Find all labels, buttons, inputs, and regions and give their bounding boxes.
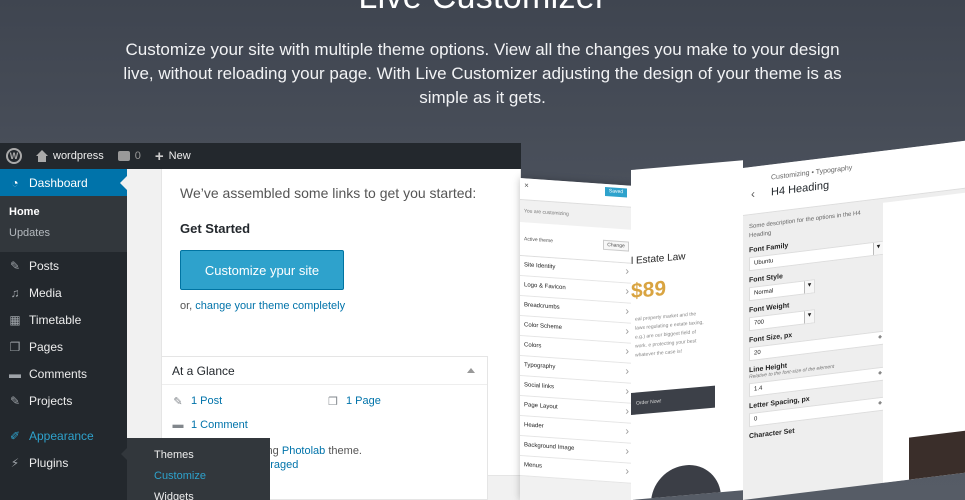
typography-fields: Some description for the options in the … bbox=[749, 207, 884, 440]
preview-text: eal property market and the laws regulat… bbox=[635, 311, 704, 359]
preview-frame bbox=[883, 192, 965, 498]
comment-icon: ▬ bbox=[9, 366, 21, 381]
pushpin-icon: ✎ bbox=[9, 258, 21, 273]
saved-button[interactable]: Saved bbox=[605, 186, 627, 198]
comment-icon: ▬ bbox=[172, 419, 184, 431]
theme-link[interactable]: Photolab bbox=[282, 445, 325, 457]
order-now-button[interactable]: Order Now! bbox=[631, 385, 715, 415]
welcome-intro: We’ve assembled some links to get you st… bbox=[180, 185, 477, 201]
site-name: wordpress bbox=[53, 150, 104, 162]
flyout-item-themes[interactable]: Themes bbox=[154, 445, 270, 466]
wordpress-logo-icon: W bbox=[6, 148, 22, 164]
close-icon[interactable]: ✕ bbox=[524, 183, 529, 189]
flyout-item-customize[interactable]: Customize bbox=[154, 466, 270, 487]
preview-heading: l Estate Law bbox=[631, 251, 686, 267]
sidebar-item-dashboard[interactable]: ◔ Dashboard bbox=[0, 169, 127, 196]
sidebar-item-comments[interactable]: ▬ Comments bbox=[0, 360, 127, 387]
pages-icon: ❐ bbox=[9, 339, 21, 354]
sidebar-item-projects[interactable]: ✎ Projects bbox=[0, 387, 127, 414]
media-icon: ♫ bbox=[10, 285, 20, 300]
change-theme-link[interactable]: change your theme completely bbox=[195, 300, 345, 312]
glance-comments-link[interactable]: ▬ 1 Comment bbox=[172, 419, 248, 431]
sidebar-item-label: Projects bbox=[29, 393, 73, 408]
comments-count: 0 bbox=[134, 150, 141, 162]
sidebar-item-label: Plugins bbox=[29, 455, 69, 470]
hero-description: Customize your site with multiple theme … bbox=[123, 40, 842, 107]
site-name-link[interactable]: wordpress bbox=[36, 150, 104, 162]
or-text: or, bbox=[180, 300, 193, 312]
appearance-flyout-menu: Themes Customize Widgets bbox=[121, 438, 270, 500]
glance-title: At a Glance bbox=[172, 363, 235, 378]
customizer-sections-panel: ✕ Saved You are customizing Active theme… bbox=[520, 178, 633, 500]
admin-bar: W wordpress 0 + New bbox=[0, 143, 521, 169]
sidebar-item-timetable[interactable]: ▦ Timetable bbox=[0, 306, 127, 333]
hero-title: Live Customizer bbox=[0, 0, 965, 17]
sidebar-item-label: Pages bbox=[29, 339, 64, 354]
comments-total: 1 Comment bbox=[191, 419, 248, 431]
wp-logo-menu[interactable]: W bbox=[6, 148, 22, 164]
sidebar-item-label: Dashboard bbox=[29, 175, 88, 190]
comments-link[interactable]: 0 bbox=[117, 150, 141, 162]
new-content-link[interactable]: + New bbox=[155, 149, 191, 164]
sidebar-item-label: Appearance bbox=[29, 428, 94, 443]
paintbrush-icon: ✐ bbox=[9, 428, 21, 443]
theme-info: ning Photolab theme. bbox=[258, 445, 362, 457]
calendar-icon: ▦ bbox=[9, 312, 21, 327]
admin-sidebar: ◔ Dashboard Home Updates ✎ Posts ♫ Media… bbox=[0, 169, 127, 500]
change-theme-button[interactable]: Change bbox=[603, 239, 629, 252]
sidebar-item-label: Timetable bbox=[29, 312, 82, 327]
pages-count: 1 Page bbox=[346, 395, 381, 407]
posts-count: 1 Post bbox=[191, 395, 223, 407]
sidebar-item-appearance[interactable]: ✐ Appearance bbox=[0, 422, 127, 449]
glance-header[interactable]: At a Glance bbox=[162, 357, 487, 385]
submenu-item-home[interactable]: Home bbox=[9, 202, 127, 223]
preview-photo bbox=[651, 462, 721, 500]
sidebar-item-label: Comments bbox=[29, 366, 88, 381]
sidebar-item-pages[interactable]: ❐ Pages bbox=[0, 333, 127, 360]
preview-photo bbox=[909, 430, 965, 498]
customizer-typography-panel: ‹ Customizing • Typography H4 Heading So… bbox=[743, 140, 965, 500]
flyout-item-widgets[interactable]: Widgets bbox=[154, 487, 270, 500]
sidebar-item-posts[interactable]: ✎ Posts bbox=[0, 252, 127, 279]
comment-bubble-icon bbox=[117, 151, 130, 161]
plus-icon: + bbox=[154, 147, 164, 165]
customize-site-button[interactable]: Customize ypur site bbox=[180, 250, 344, 290]
theme-post: theme. bbox=[328, 445, 362, 457]
sidebar-item-label: Posts bbox=[29, 258, 60, 273]
change-theme-line: or, change your theme completely bbox=[180, 300, 345, 312]
glance-posts-link[interactable]: ✎ 1 Post bbox=[172, 395, 223, 408]
pages-icon: ❐ bbox=[328, 395, 338, 408]
submenu-item-updates[interactable]: Updates bbox=[9, 223, 127, 244]
plugin-icon: ⚡ bbox=[10, 455, 20, 470]
typography-breadcrumb: Customizing • Typography bbox=[771, 164, 853, 182]
preview-price: $89 bbox=[631, 276, 667, 303]
dashboard-submenu: Home Updates bbox=[0, 196, 127, 252]
typography-heading: H4 Heading bbox=[771, 179, 830, 199]
sidebar-item-media[interactable]: ♫ Media bbox=[0, 279, 127, 306]
new-label: New bbox=[168, 150, 191, 162]
home-icon bbox=[36, 150, 48, 162]
sidebar-item-label: Media bbox=[29, 285, 62, 300]
glance-pages-link[interactable]: ❐ 1 Page bbox=[327, 395, 381, 408]
pushpin-icon: ✎ bbox=[9, 393, 21, 408]
dashboard-icon: ◔ bbox=[11, 175, 19, 190]
site-preview: l Estate Law $89 eal property market and… bbox=[631, 160, 743, 500]
pushpin-icon: ✎ bbox=[173, 395, 183, 408]
collapse-caret-icon[interactable] bbox=[467, 368, 475, 373]
sidebar-item-plugins[interactable]: ⚡ Plugins bbox=[0, 449, 127, 476]
active-theme-label: Active theme bbox=[524, 236, 553, 245]
get-started-heading: Get Started bbox=[180, 221, 251, 236]
back-chevron-icon[interactable]: ‹ bbox=[751, 187, 755, 201]
